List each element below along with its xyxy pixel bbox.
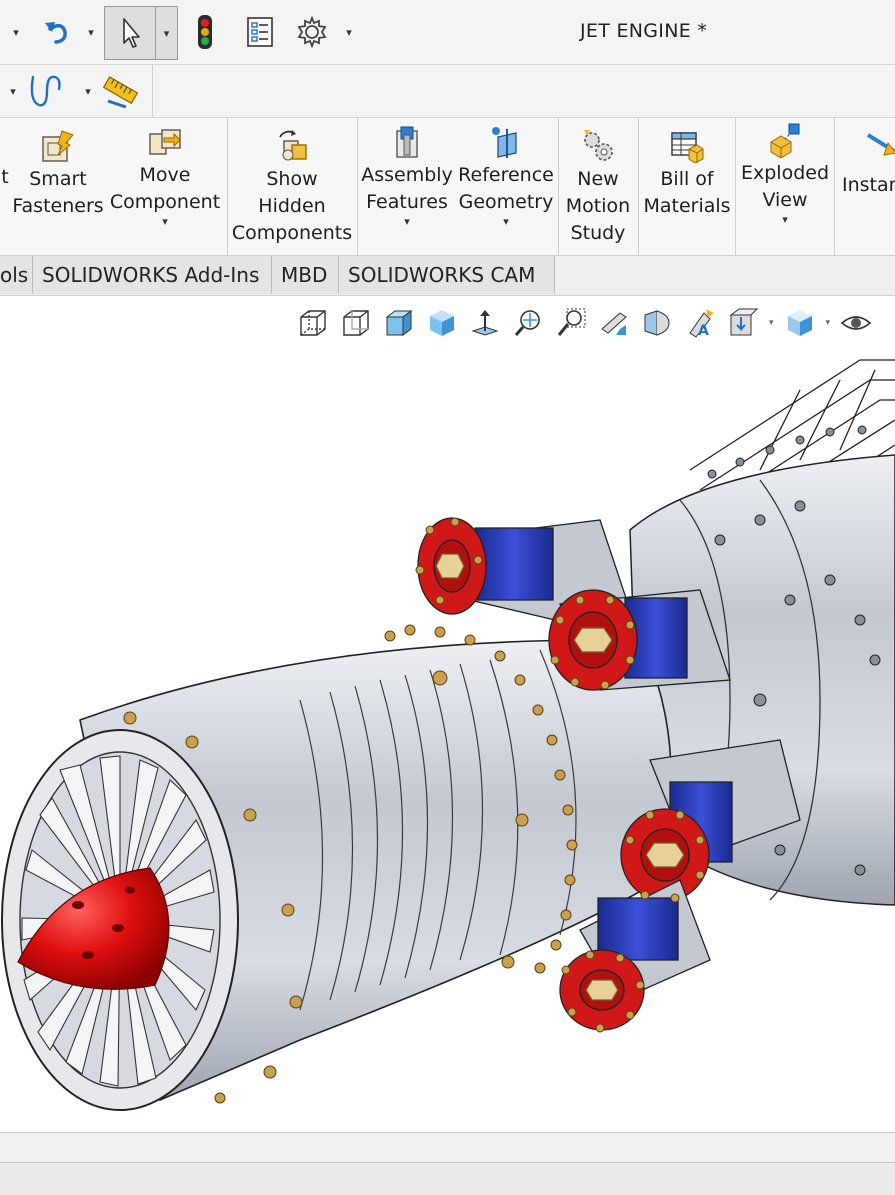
traffic-light-icon[interactable]: [190, 6, 220, 58]
display-style-dropdown-icon[interactable]: ▾: [826, 318, 831, 328]
caret-down-icon[interactable]: ▾: [6, 6, 26, 58]
tab-mbd[interactable]: MBD: [272, 256, 339, 294]
assembly-features-button[interactable]: Assembly Features ▾: [360, 118, 454, 255]
instant3d-icon: [864, 128, 895, 164]
view-shaded-icon[interactable]: [425, 306, 459, 340]
taskbar-strip: [0, 1162, 895, 1195]
toolbar-separator: [152, 65, 153, 117]
bill-of-materials-icon: [669, 128, 705, 164]
command-manager-tabs: ols SOLIDWORKS Add-Ins MBD SOLIDWORKS CA…: [0, 256, 895, 296]
view-shaded-edges-icon[interactable]: [382, 306, 416, 340]
assembly-features-dropdown-icon[interactable]: ▾: [404, 216, 410, 228]
view-wireframe-icon[interactable]: [296, 306, 330, 340]
caret-down-icon[interactable]: ▾: [4, 69, 22, 113]
display-style-icon[interactable]: [783, 306, 817, 340]
view-hidden-lines-icon[interactable]: [339, 306, 373, 340]
ribbon-separator: [227, 118, 228, 255]
spline-icon[interactable]: [24, 69, 66, 113]
options-dropdown-icon[interactable]: ▾: [340, 6, 358, 58]
ribbon-separator: [834, 118, 835, 255]
tab-partial[interactable]: ols: [0, 256, 33, 294]
quick-access-toolbar: ▾ ▾ ▾ ▾ JET ENGINE *: [0, 0, 895, 65]
reference-geometry-dropdown-icon[interactable]: ▾: [503, 216, 509, 228]
ribbon-partial-button[interactable]: t: [0, 118, 10, 255]
reference-geometry-button[interactable]: Reference Geometry ▾: [456, 118, 556, 255]
measure-icon[interactable]: [98, 69, 142, 113]
heads-up-view-toolbar: A ▾ ▾: [296, 306, 873, 340]
ribbon-separator: [558, 118, 559, 255]
view-orientation-dropdown-icon[interactable]: ▾: [769, 318, 774, 328]
dynamic-annotation-icon[interactable]: A: [683, 306, 717, 340]
view-normal-to-icon[interactable]: [468, 306, 502, 340]
move-component-dropdown-icon[interactable]: ▾: [162, 216, 168, 228]
ribbon-separator: [638, 118, 639, 255]
undo-dropdown-icon[interactable]: ▾: [82, 6, 100, 58]
previous-view-icon[interactable]: [597, 306, 631, 340]
zoom-to-fit-icon[interactable]: [511, 306, 545, 340]
instant3d-button[interactable]: Instan: [838, 118, 895, 255]
ribbon-separator: [735, 118, 736, 255]
file-properties-icon[interactable]: [242, 6, 278, 58]
exploded-view-dropdown-icon[interactable]: ▾: [782, 214, 788, 226]
bill-of-materials-button[interactable]: Bill of Materials: [640, 118, 734, 255]
motion-study-icon: [580, 128, 616, 164]
view-orientation-icon[interactable]: [726, 306, 760, 340]
undo-icon[interactable]: [38, 6, 76, 58]
smart-fasteners-button[interactable]: Smart Fasteners: [12, 118, 104, 255]
ribbon-separator: [357, 118, 358, 255]
jet-engine-model[interactable]: [0, 296, 895, 1132]
hide-show-icon[interactable]: [839, 306, 873, 340]
window-title: JET ENGINE *: [580, 20, 708, 42]
select-arrow-icon[interactable]: [104, 6, 156, 60]
show-hidden-components-button[interactable]: Show Hidden Components: [230, 118, 354, 255]
exploded-view-button[interactable]: Exploded View ▾: [738, 118, 832, 255]
move-component-icon: [146, 124, 184, 160]
command-manager-ribbon: t Smart Fasteners Move Component ▾ Show …: [0, 118, 895, 256]
tab-solidworks-add-ins[interactable]: SOLIDWORKS Add-Ins: [33, 256, 272, 294]
options-gear-icon[interactable]: [292, 6, 332, 58]
new-motion-study-button[interactable]: New Motion Study: [560, 118, 636, 255]
reference-geometry-icon: [488, 124, 524, 160]
select-dropdown-icon[interactable]: ▾: [155, 6, 178, 60]
move-component-button[interactable]: Move Component ▾: [106, 118, 224, 255]
exploded-view-icon: [767, 122, 803, 158]
caret-down-icon[interactable]: ▾: [80, 69, 96, 113]
assembly-features-icon: [391, 124, 423, 160]
show-hidden-icon: [274, 128, 310, 164]
svg-text:A: A: [698, 323, 709, 339]
smart-fasteners-icon: [40, 128, 76, 164]
tab-solidworks-cam[interactable]: SOLIDWORKS CAM: [339, 256, 555, 294]
graphics-area[interactable]: [0, 296, 895, 1132]
sketch-toolbar: ▾ ▾: [0, 65, 895, 118]
status-bar: [0, 1132, 895, 1163]
zoom-to-area-icon[interactable]: [554, 306, 588, 340]
section-view-icon[interactable]: [640, 306, 674, 340]
